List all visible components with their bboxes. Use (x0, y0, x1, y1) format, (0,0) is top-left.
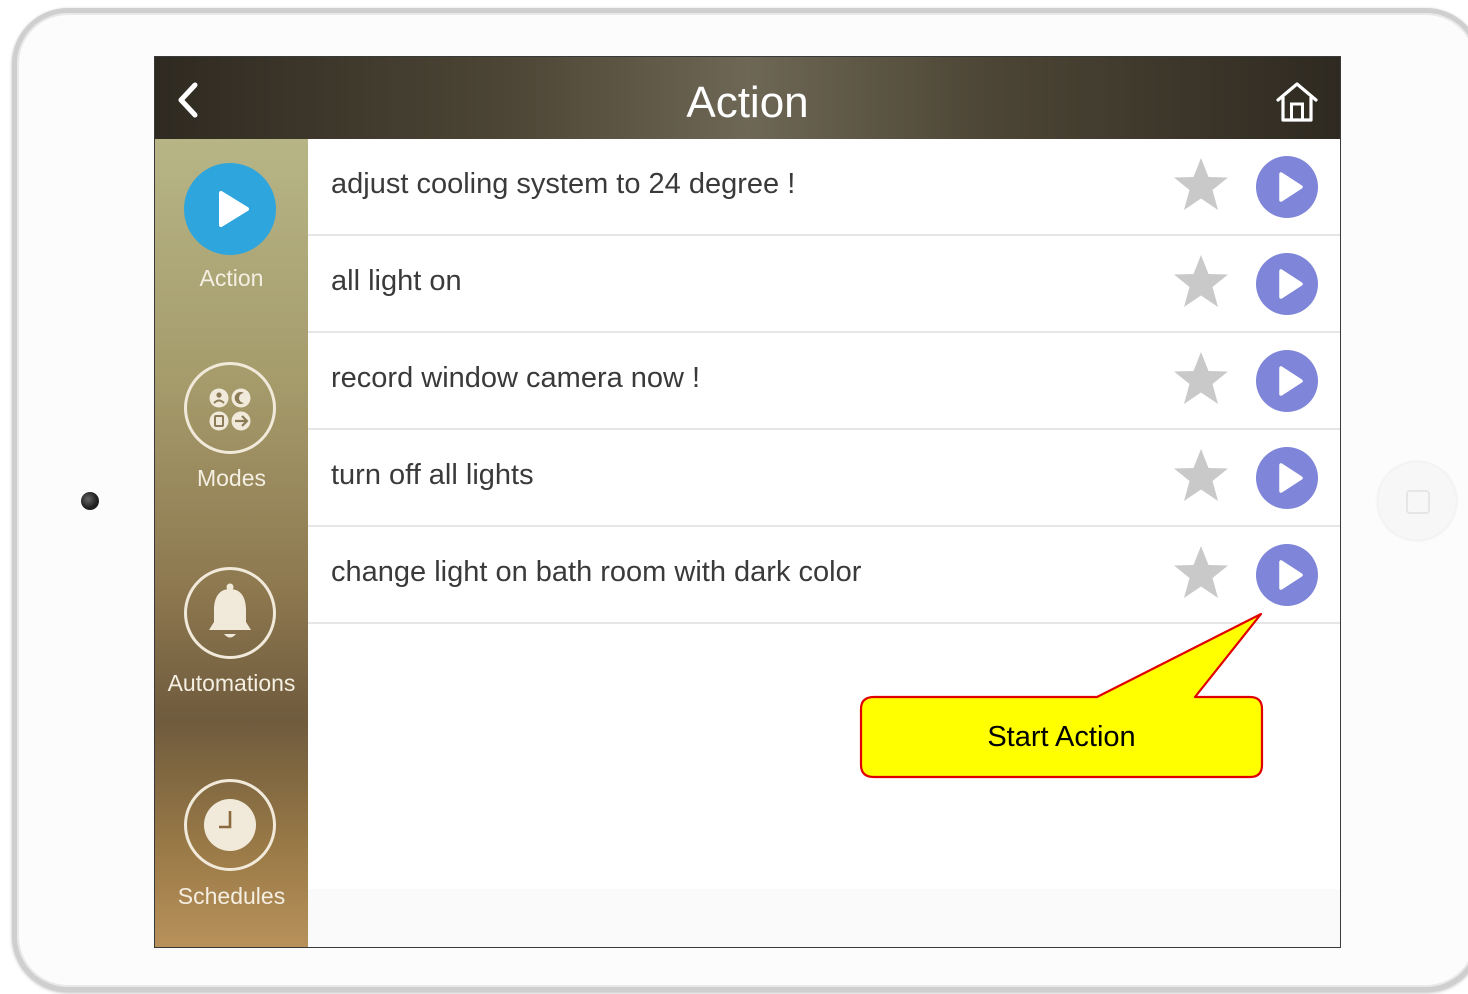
sidebar-item-label: Action (199, 265, 264, 291)
page-title: Action (686, 78, 809, 127)
favorite-button[interactable] (1170, 349, 1232, 409)
home-button[interactable] (1272, 77, 1322, 127)
play-icon (1256, 253, 1318, 315)
play-icon (184, 163, 276, 255)
bell-icon (184, 567, 276, 659)
star-icon (1174, 449, 1228, 501)
start-action-button[interactable] (1255, 446, 1319, 510)
chevron-left-icon (178, 82, 198, 118)
callout-label: Start Action (987, 721, 1136, 753)
action-list: adjust cooling system to 24 degree ! all… (308, 139, 1340, 947)
sidebar-item-schedules[interactable]: Schedules (155, 749, 308, 947)
play-icon (1256, 350, 1318, 412)
action-label: record window camera now ! (331, 362, 701, 394)
favorite-button[interactable] (1170, 252, 1232, 312)
top-bar: Action (155, 57, 1340, 139)
device-home-button[interactable] (1378, 462, 1456, 540)
back-button[interactable] (169, 79, 209, 119)
play-icon (1256, 544, 1318, 606)
sidebar-item-automations[interactable]: Automations (155, 544, 308, 749)
star-icon (1174, 352, 1228, 404)
start-action-button[interactable] (1255, 252, 1319, 316)
modes-icon (184, 362, 276, 454)
start-action-button[interactable] (1255, 543, 1319, 607)
list-item[interactable]: turn off all lights (308, 430, 1340, 527)
list-item[interactable]: change light on bath room with dark colo… (308, 527, 1340, 624)
list-item[interactable]: record window camera now ! (308, 333, 1340, 430)
clock-icon (184, 779, 276, 871)
front-camera (81, 492, 99, 510)
star-icon (1174, 546, 1228, 598)
start-action-button[interactable] (1255, 155, 1319, 219)
sidebar: Action Modes Automations Schedules (155, 139, 308, 947)
sidebar-item-label: Modes (196, 465, 267, 491)
play-icon (1256, 447, 1318, 509)
star-icon (1174, 255, 1228, 307)
list-footer (308, 889, 1340, 947)
favorite-button[interactable] (1170, 446, 1232, 506)
favorite-button[interactable] (1170, 155, 1232, 215)
start-action-button[interactable] (1255, 349, 1319, 413)
action-label: adjust cooling system to 24 degree ! (331, 168, 796, 200)
sidebar-item-action[interactable]: Action (155, 139, 308, 339)
sidebar-item-label: Automations (167, 670, 296, 696)
star-icon (1174, 158, 1228, 210)
sidebar-item-label: Schedules (177, 883, 286, 909)
list-item[interactable]: adjust cooling system to 24 degree ! (308, 139, 1340, 236)
sidebar-item-modes[interactable]: Modes (155, 339, 308, 544)
play-icon (1256, 156, 1318, 218)
action-label: change light on bath room with dark colo… (331, 556, 862, 588)
app-screen: Action Action Modes Automations Schedule… (155, 57, 1340, 947)
action-label: turn off all lights (331, 459, 534, 491)
home-icon (1276, 82, 1318, 122)
action-label: all light on (331, 265, 462, 297)
list-item[interactable]: all light on (308, 236, 1340, 333)
favorite-button[interactable] (1170, 543, 1232, 603)
